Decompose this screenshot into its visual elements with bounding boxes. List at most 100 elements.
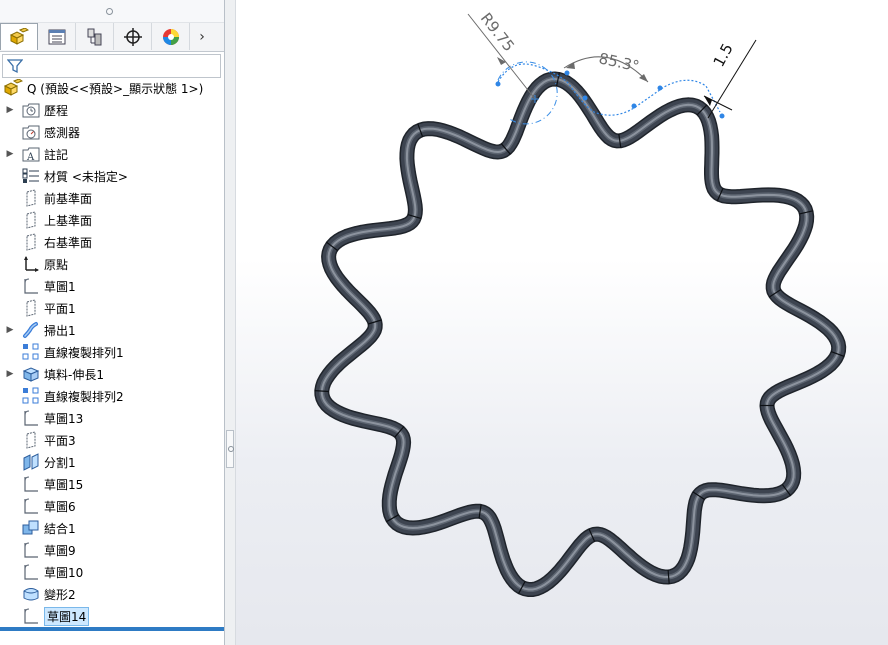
sketch-point[interactable]	[564, 70, 570, 76]
tree-item-label: 草圖13	[44, 411, 84, 426]
material-icon	[22, 167, 40, 185]
plane-icon	[22, 189, 40, 207]
plane-icon	[22, 431, 40, 449]
tree-item-label: 分割1	[44, 455, 76, 470]
expand-arrow-icon[interactable]: ▶	[5, 369, 15, 379]
sketch-icon	[22, 277, 40, 295]
tree-item-label: 註記	[44, 147, 69, 162]
sketch-icon	[22, 541, 40, 559]
sketch-point[interactable]	[495, 81, 501, 87]
filter-icon	[7, 59, 23, 74]
deform-icon	[22, 585, 40, 603]
expand-arrow-icon[interactable]: ▶	[5, 105, 15, 115]
feature-tree: ▶ 歷程 感測器 ▶ A 註記材質 <未指定> 前基準面上基準面右基準面原點草圖1 平面1 ▶ 掃…	[0, 99, 224, 627]
dimension-thickness[interactable]: 1.5	[703, 39, 757, 119]
tree-item[interactable]: 直線複製排列2	[0, 385, 224, 407]
tree-item[interactable]: 直線複製排列1	[0, 341, 224, 363]
tree-item[interactable]: 感測器	[0, 121, 224, 143]
part-icon	[9, 28, 29, 45]
tree-item[interactable]: 結合1	[0, 517, 224, 539]
tree-item-label: 平面1	[44, 301, 76, 316]
part-tab[interactable]	[0, 23, 38, 50]
tree-item[interactable]: 平面1	[0, 297, 224, 319]
property-manager-icon	[48, 29, 65, 44]
tree-item[interactable]: 草圖15	[0, 473, 224, 495]
tree-root-label: Q (預設<<預設>_顯示狀態 1>)	[27, 81, 204, 96]
tree-item[interactable]: 右基準面	[0, 231, 224, 253]
tree-item[interactable]: 原點	[0, 253, 224, 275]
tree-item-label: 上基準面	[44, 213, 93, 228]
ring-tube-layer	[319, 76, 842, 592]
panel-top-grip[interactable]	[0, 0, 224, 23]
tree-item-label: 右基準面	[44, 235, 93, 250]
ring-tube-layer[interactable]	[314, 71, 847, 597]
tree-item[interactable]: 草圖9	[0, 539, 224, 561]
feature-manager-tabbar: ›	[0, 23, 224, 52]
feature-manager-panel: › Q (預設<<預設>_顯示狀態 1>) ▶ 歷程 感測器 ▶ A 註記材質 <未指定>…	[0, 0, 225, 645]
splitter-handle[interactable]	[226, 430, 234, 468]
tree-item[interactable]: 草圖10	[0, 561, 224, 583]
sketch-point[interactable]	[582, 95, 588, 101]
tree-item[interactable]: 草圖6	[0, 495, 224, 517]
tree-item-label: 草圖10	[44, 565, 84, 580]
tree-item-label: 變形2	[44, 587, 76, 602]
sketch-point[interactable]	[631, 103, 637, 109]
tree-item[interactable]: ▶ 填料-伸長1	[0, 363, 224, 385]
tree-item-label: 前基準面	[44, 191, 93, 206]
dimxpert-tab[interactable]	[114, 23, 152, 50]
panel-splitter[interactable]	[225, 0, 236, 645]
dimension-angle[interactable]: 85.3°	[563, 49, 649, 83]
sketch-icon	[22, 409, 40, 427]
tree-item-label: 填料-伸長1	[44, 367, 104, 382]
tree-item[interactable]: 草圖1	[0, 275, 224, 297]
graphics-viewport[interactable]: R9.75 85.3° 1.5	[236, 0, 888, 645]
tree-item[interactable]: ▶ A 註記	[0, 143, 224, 165]
config-tab[interactable]	[76, 23, 114, 50]
tree-item-label: 草圖1	[44, 279, 76, 294]
feature-filter-input[interactable]	[2, 54, 221, 78]
tree-bottom-rollback-bar[interactable]	[0, 627, 224, 631]
tree-item[interactable]: 草圖13	[0, 407, 224, 429]
sketch-icon	[22, 475, 40, 493]
tree-item-label: 草圖6	[44, 499, 76, 514]
sketch-icon	[22, 607, 40, 625]
tree-item[interactable]: 變形2	[0, 583, 224, 605]
tree-item[interactable]: 草圖14	[0, 605, 224, 627]
tree-item-label: 結合1	[44, 521, 76, 536]
model-canvas[interactable]: R9.75 85.3° 1.5	[236, 0, 888, 645]
tree-root-part[interactable]: Q (預設<<預設>_顯示狀態 1>)	[0, 78, 203, 98]
tree-item-label: 草圖15	[44, 477, 84, 492]
tree-item[interactable]: 前基準面	[0, 187, 224, 209]
tree-item[interactable]: 材質 <未指定>	[0, 165, 224, 187]
plane-icon	[22, 299, 40, 317]
radius-dimension-text[interactable]: R9.75	[477, 9, 518, 55]
tree-item-label: 原點	[44, 257, 69, 272]
tab-scroll-right-icon[interactable]: ›	[190, 23, 214, 50]
sketch-point[interactable]	[657, 85, 663, 91]
angle-dimension-text[interactable]: 85.3°	[597, 49, 641, 75]
tree-item-label: 草圖9	[44, 543, 76, 558]
wavy-ring-body[interactable]	[314, 71, 847, 597]
display-tab[interactable]	[152, 23, 190, 50]
tree-item-label: 掃出1	[44, 323, 76, 338]
thickness-dimension-text[interactable]: 1.5	[710, 40, 737, 70]
tree-item[interactable]: 上基準面	[0, 209, 224, 231]
property-tab[interactable]	[38, 23, 76, 50]
tree-item[interactable]: 平面3	[0, 429, 224, 451]
expand-arrow-icon[interactable]: ▶	[5, 325, 15, 335]
combine-icon	[22, 519, 40, 537]
sketch-point[interactable]	[719, 113, 725, 119]
tree-item[interactable]: ▶ 歷程	[0, 99, 224, 121]
dimension-radius[interactable]: R9.75	[467, 9, 536, 100]
sweep-icon	[22, 321, 40, 339]
part-icon	[3, 79, 23, 96]
expand-arrow-icon[interactable]: ▶	[5, 149, 15, 159]
linear-pattern-icon	[22, 343, 40, 361]
tree-item[interactable]: 分割1	[0, 451, 224, 473]
tree-item[interactable]: ▶ 掃出1	[0, 319, 224, 341]
linear-pattern-icon	[22, 387, 40, 405]
sketch-icon	[22, 563, 40, 581]
tree-item-label: 平面3	[44, 433, 76, 448]
svg-text:A: A	[26, 152, 35, 162]
plane-icon	[22, 233, 40, 251]
